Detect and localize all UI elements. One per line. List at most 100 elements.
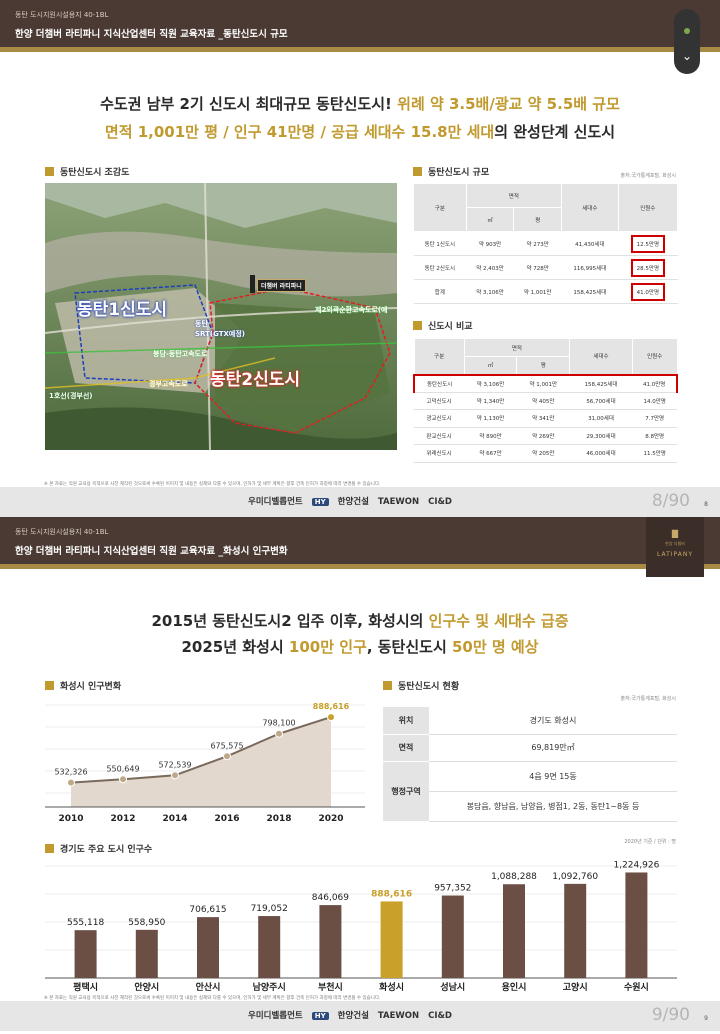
table-row: 합계 약 3,106만 약 1,001만 158,425세대 41.0만명 [413, 279, 678, 304]
page-index: 9 [704, 1015, 708, 1022]
cell-name: 동탄 2신도시 [413, 255, 467, 280]
bar [441, 895, 464, 978]
cell-name: 동탄신도시 [412, 373, 465, 393]
cell-pyeong: 약 1,001만 [516, 373, 570, 393]
city-chart-note: 2020년 기준 / 단위 : 명 [624, 839, 676, 845]
data-point [119, 775, 127, 784]
woomi-logo: 우미디벨롭먼트 [248, 1011, 303, 1021]
cell-households: 31,00세대 [569, 409, 633, 428]
cell-population: 41.0만명 [618, 279, 678, 304]
header-project: 동탄 도시지원시설용지 40-1BL [15, 11, 109, 19]
map-section-title: 동탄신도시 조감도 [45, 165, 129, 178]
data-point [327, 713, 335, 722]
latipany-emblem-icon: ▇ [671, 529, 679, 538]
label-dongtan1: 동탄1신도시 [77, 300, 168, 320]
bar-value-label: 719,052 [251, 904, 288, 914]
x-tick-label: 2010 [58, 814, 83, 824]
cell-population: 12.5만명 [618, 231, 678, 256]
table-row: 광교신도시 약 1,130만 약 341만 31,00세대 7.7만명 [414, 409, 677, 428]
status-dot-icon [684, 28, 690, 34]
label-dongtan2: 동탄2신도시 [210, 370, 301, 390]
label-bongdam: 봉담-동탄고속도로 [153, 350, 208, 358]
chevron-down-icon[interactable]: ⌄ [680, 49, 694, 63]
col-area: 면적 [463, 338, 571, 357]
x-tick-label: 성남시 [440, 981, 465, 993]
headline-line-1: 수도권 남부 2기 신도시 최대규모 동탄신도시! 위례 약 3.5배/광교 약… [100, 95, 620, 113]
cid-logo: CI&D [428, 497, 452, 507]
cell-sqm: 약 890만 [464, 427, 517, 445]
cell-sqm: 약 2,403만 [466, 255, 514, 280]
bar [135, 929, 158, 978]
pop-section-title: 화성시 인구변화 [45, 679, 121, 692]
cell-sqm: 약 667만 [464, 444, 517, 463]
label-highway: 제2외곽순환고속도로(예 [315, 306, 388, 314]
cell-pyeong: 약 273만 [513, 231, 562, 256]
cell-name: 광교신도시 [414, 409, 465, 428]
table-row: 고덕신도시 약 1,340만 약 405만 56,700세대 14.0만명 [414, 392, 677, 410]
data-point [223, 752, 231, 761]
x-tick-label: 고양시 [563, 981, 588, 993]
status-table: 위치 경기도 화성시 면적 69,819만㎡ 행정구역 4읍 9면 15동 봉담… [383, 707, 677, 822]
cid-logo: CI&D [428, 1011, 452, 1021]
col-pyeong: 평 [513, 207, 562, 232]
headline-line-2: 2025년 화성시 100만 인구, 동탄신도시 50만 명 예상 [181, 638, 539, 656]
col-name: 구분 [413, 338, 465, 375]
table-row: 동탄 1신도시 약 903만 약 273만 41,430세대 12.5만명 [413, 231, 678, 256]
bar [380, 901, 403, 978]
bullet-square-icon [383, 681, 392, 690]
data-label: 550,649 [106, 764, 139, 773]
hanyang-logo: 한양건설 [337, 497, 369, 507]
col-pyeong: 평 [516, 356, 571, 375]
cell-sqm: 약 3,106만 [464, 373, 517, 393]
cell-name: 판교신도시 [414, 427, 465, 445]
cell-population: 8.8만명 [632, 427, 677, 445]
cell-pyeong: 약 405만 [516, 392, 570, 410]
cell-sqm: 약 1,340만 [464, 392, 517, 410]
data-label: 888,616 [313, 702, 350, 711]
x-tick-label: 평택시 [73, 981, 98, 993]
x-tick-label: 수원시 [624, 981, 649, 993]
x-tick-label: 용인시 [502, 982, 527, 993]
woomi-logo: 우미디벨롭먼트 [248, 497, 303, 507]
table-row: 동탄신도시 약 3,106만 약 1,001만 158,425세대 41.0만명 [412, 373, 678, 393]
city-population-bar-chart: 555,118 평택시 558,950 안양시 706,615 안산시 719,052 남양주… [45, 860, 677, 993]
compare-table: 구분 면적 세대수 인원수 ㎡ 평 동탄신도시 약 3,106만 약 1,001만 1… [412, 338, 678, 463]
col-households: 세대수 [560, 183, 619, 232]
bar-value-label: 1,088,288 [491, 872, 537, 882]
footer-logos: 우미디벨롭먼트 HY 한양건설 TAEWON CI&D [248, 1009, 458, 1021]
cell-population: 28.5만명 [618, 255, 678, 280]
page-number: 8/90 [651, 491, 690, 511]
aerial-map: 동탄1신도시 동탄2신도시 더챔버 라티파니 동탄 SRT(GTX예정) 제2외… [45, 183, 397, 450]
cell-households: 41,430세대 [561, 231, 619, 256]
cell-name: 위례신도시 [414, 444, 465, 463]
bar-value-label: 957,352 [434, 884, 471, 894]
cell-households: 116,995세대 [561, 255, 619, 280]
col-sqm: ㎡ [465, 207, 515, 232]
label-site: 더챔버 라티파니 [257, 279, 306, 292]
taewon-logo: TAEWON [377, 497, 420, 507]
x-tick-label: 부천시 [318, 982, 343, 993]
data-label: 675,575 [210, 741, 243, 750]
bar [197, 917, 219, 978]
x-tick-label: 남양주시 [253, 981, 286, 993]
cell-sqm: 약 3,106만 [466, 279, 514, 304]
label-srt: 동탄 SRT(GTX예정) [195, 320, 245, 338]
bar [503, 884, 525, 978]
page-index: 8 [704, 501, 708, 508]
bar-value-label: 888,616 [371, 889, 412, 899]
label-gyeongbu: 경부고속도로 [149, 380, 188, 388]
status-source: 출처:국가통계포털, 화성시 [620, 696, 676, 702]
header-gold-line [0, 564, 720, 569]
cell-population: 7.7만명 [632, 409, 677, 428]
x-tick-label: 2020 [318, 814, 343, 824]
bar-value-label: 1,092,760 [552, 872, 598, 882]
cell-name: 고덕신도시 [414, 392, 465, 410]
data-label: 798,100 [262, 719, 295, 728]
header-title: 한양 더챔버 라티파니 지식산업센터 직원 교육자료 _동탄신도시 규모 [15, 29, 288, 40]
col-households: 세대수 [569, 338, 633, 375]
scale-table: 구분 면적 세대수 인원수 ㎡ 평 동탄 1신도시 약 903만 약 273만 41,… [413, 183, 679, 304]
scroll-control[interactable]: ⌄ [674, 9, 700, 74]
latipany-logo: ▇ 한양 더챔버 LATIPANY [646, 517, 704, 577]
bullet-square-icon [45, 681, 54, 690]
cell-population: 14.0만명 [632, 392, 677, 410]
